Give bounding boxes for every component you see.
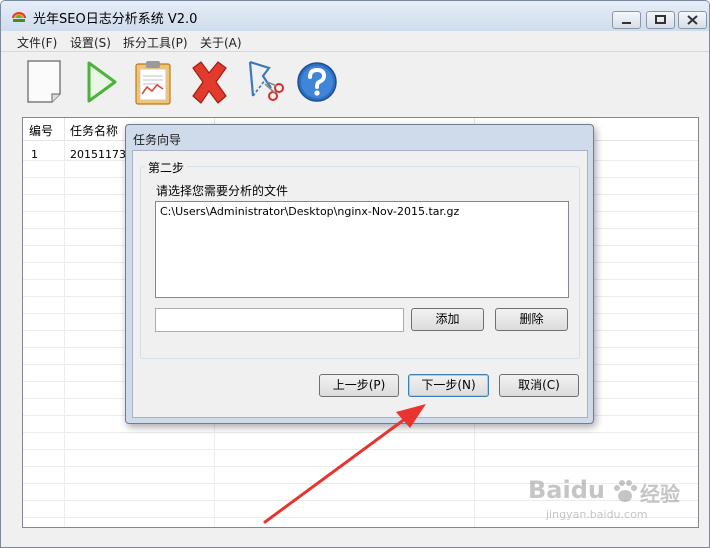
annotation-arrow-icon <box>263 404 426 524</box>
watermark-suffix: 经验 <box>640 482 680 506</box>
watermark-url: jingyan.baidu.com <box>546 508 648 521</box>
paw-icon <box>614 480 637 502</box>
watermark-brand: Baidu <box>528 476 605 504</box>
watermark: Baidu 经验 jingyan.baidu.com <box>524 470 704 530</box>
